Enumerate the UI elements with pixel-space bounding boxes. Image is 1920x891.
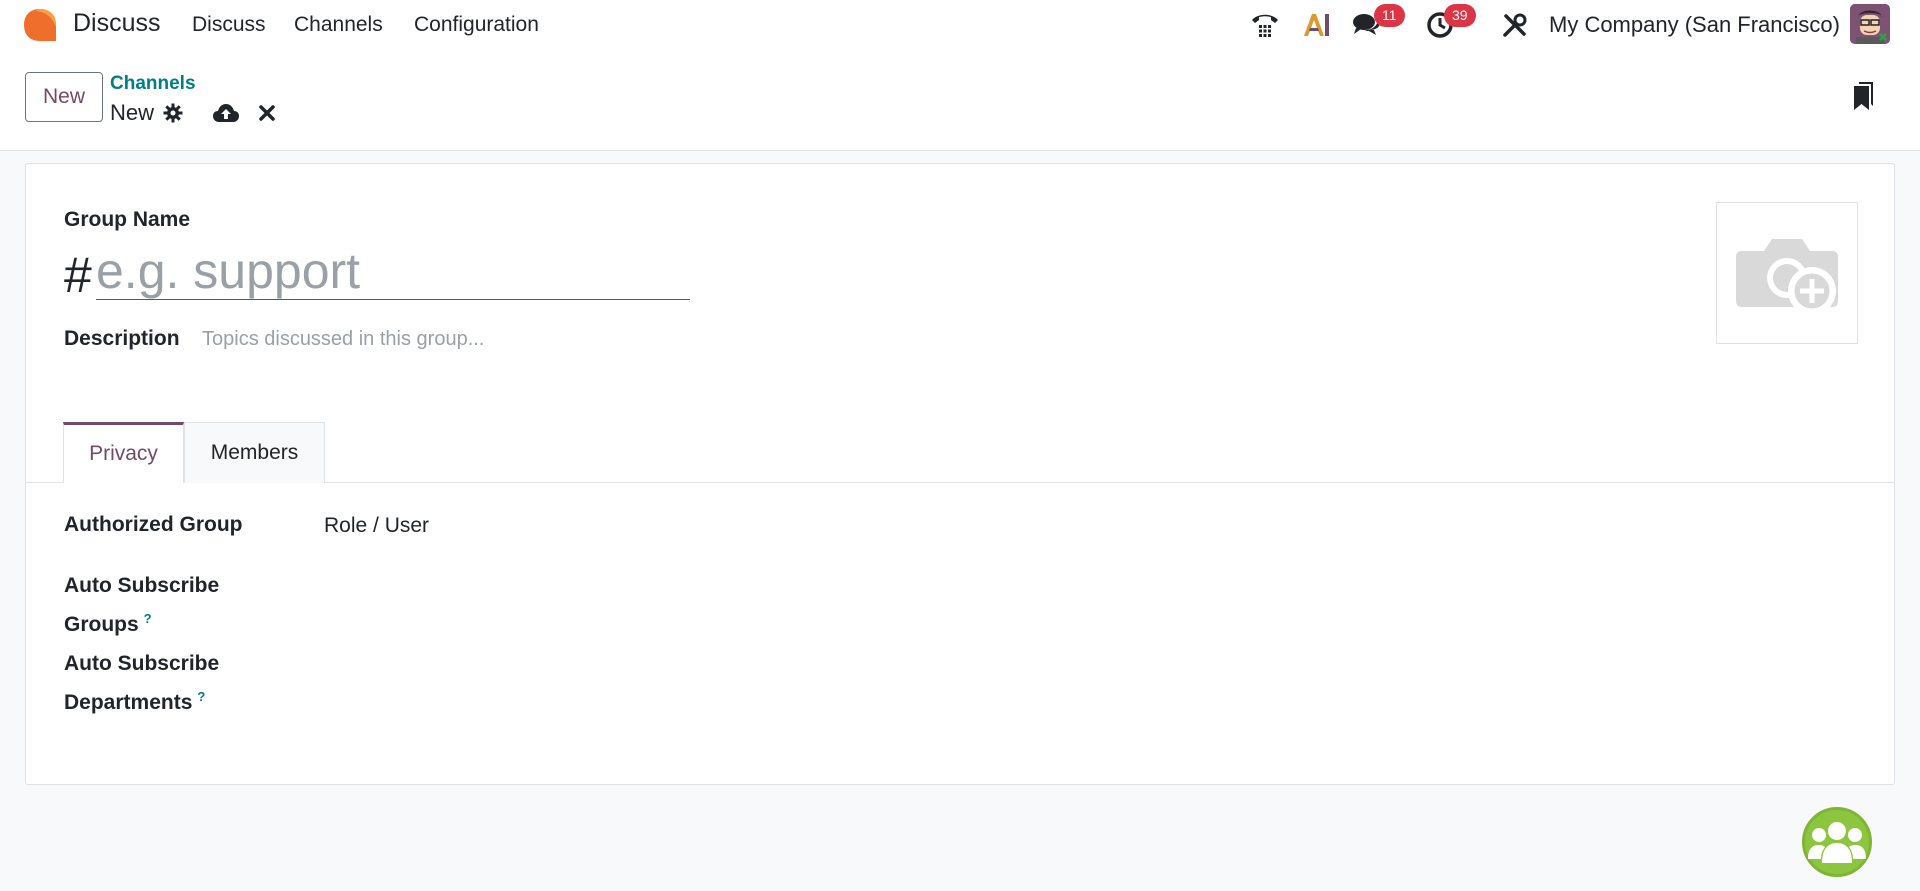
auto-subscribe-groups-line1: Auto Subscribe <box>64 574 220 597</box>
gear-icon[interactable] <box>160 100 186 126</box>
messages-badge: 11 <box>1374 4 1405 27</box>
app-name[interactable]: Discuss <box>73 9 161 38</box>
auto-subscribe-departments-line1: Auto Subscribe <box>64 652 220 675</box>
bookmark-icon[interactable] <box>1850 82 1876 110</box>
authorized-group-value[interactable]: Role / User <box>324 514 429 538</box>
auto-subscribe-departments-label: Auto Subscribe Departments? <box>64 647 219 719</box>
top-navbar: Discuss Discuss Channels Configuration 1… <box>0 0 1920 50</box>
group-name-input[interactable] <box>96 242 690 300</box>
discuss-app-icon[interactable] <box>22 7 58 43</box>
record-name: New <box>110 100 155 125</box>
user-avatar[interactable] <box>1850 4 1890 44</box>
auto-subscribe-groups-label: Auto Subscribe Groups? <box>64 569 219 641</box>
authorized-group-label: Authorized Group <box>64 513 243 536</box>
ai-icon[interactable] <box>1300 8 1334 42</box>
group-name-label: Group Name <box>64 208 191 231</box>
tab-members[interactable]: Members <box>184 422 325 483</box>
channel-image-upload[interactable] <box>1716 202 1858 344</box>
group-chat-button[interactable] <box>1802 807 1872 877</box>
menu-channels[interactable]: Channels <box>294 13 383 37</box>
breadcrumb-channels[interactable]: Channels <box>110 73 196 95</box>
control-panel: New Channels New <box>0 50 1920 151</box>
auto-subscribe-groups-line2: Groups <box>64 613 139 636</box>
debug-tools-icon[interactable] <box>1498 8 1532 42</box>
activities-badge: 39 <box>1444 4 1476 27</box>
channel-hash-prefix: # <box>64 247 92 303</box>
save-cloud-icon[interactable] <box>213 100 239 126</box>
tab-privacy-label: Privacy <box>89 442 158 465</box>
auto-subscribe-departments-line2: Departments <box>64 691 193 714</box>
users-group-icon <box>1808 822 1866 863</box>
description-label: Description <box>64 327 180 350</box>
new-button[interactable]: New <box>25 72 103 122</box>
tab-privacy[interactable]: Privacy <box>63 422 184 483</box>
form-sheet: Group Name # Description Privacy Members… <box>25 163 1895 785</box>
phone-icon[interactable] <box>1248 8 1282 42</box>
description-input[interactable] <box>202 324 802 354</box>
menu-configuration[interactable]: Configuration <box>414 13 539 37</box>
menu-discuss[interactable]: Discuss <box>192 13 266 37</box>
discard-close-icon[interactable] <box>254 100 280 126</box>
camera-plus-icon <box>1736 239 1838 315</box>
auto-subscribe-departments-help[interactable]: ? <box>197 689 205 704</box>
tab-members-label: Members <box>210 441 299 464</box>
auto-subscribe-groups-help[interactable]: ? <box>144 611 152 626</box>
company-switcher[interactable]: My Company (San Francisco) <box>1549 12 1840 38</box>
